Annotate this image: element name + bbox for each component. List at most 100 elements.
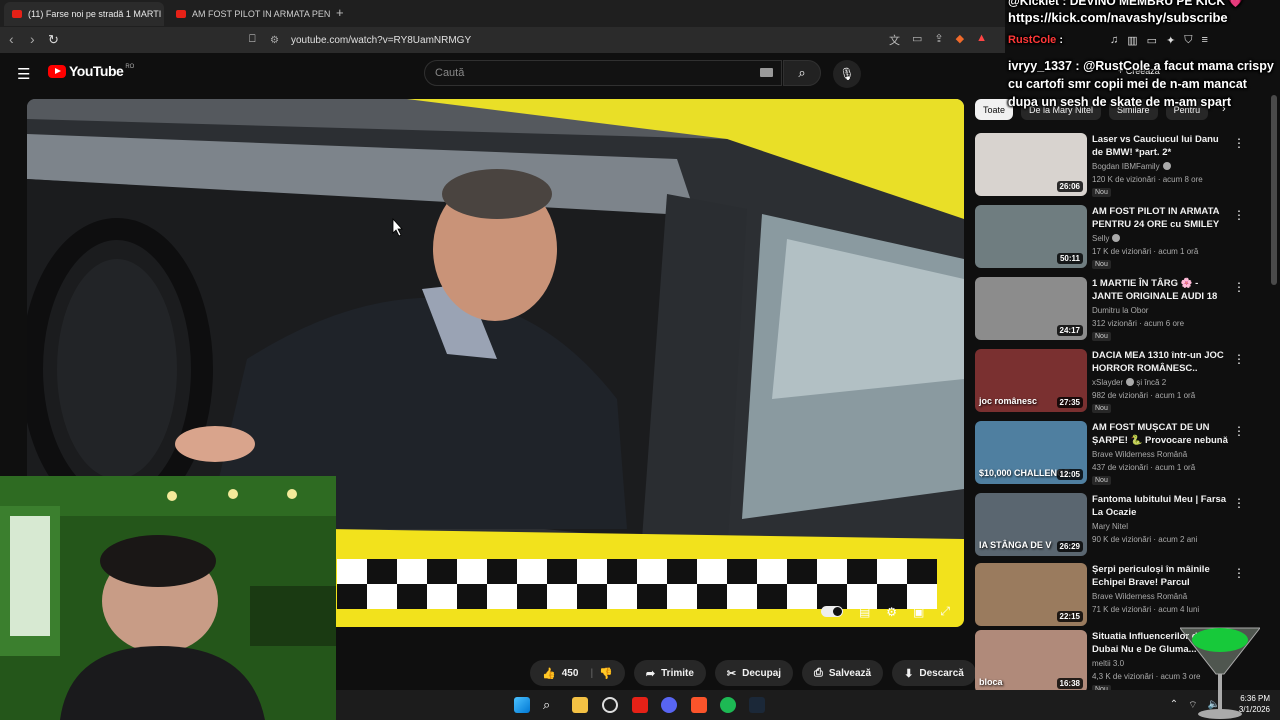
- save-button[interactable]: ⎙ Salvează: [802, 660, 884, 686]
- recommendation-item[interactable]: 26:06 Laser vs Cauciucul lui Danu de BMW!…: [975, 133, 1265, 197]
- channel-name-row: Bogdan IBMFamily: [1092, 162, 1171, 171]
- more-options-icon[interactable]: ⋮: [1233, 424, 1245, 438]
- video-title[interactable]: AM FOST MUȘCAT DE UN ȘARPE! 🐍 Provocare …: [1092, 421, 1232, 447]
- address-bar[interactable]: ⚙ youtube.com/watch?v=RY8UamNRMGY: [270, 30, 990, 50]
- video-thumbnail[interactable]: bloca 16:38: [975, 630, 1087, 693]
- recommendation-item[interactable]: joc românesc 27:35 DACIA MEA 1310 într-un …: [975, 349, 1265, 413]
- video-thumbnail[interactable]: 22:15: [975, 563, 1087, 626]
- tab-title: (11) Farse noi pe stradă 1 MARTI: [28, 9, 162, 19]
- more-options-icon[interactable]: ⋮: [1233, 352, 1245, 366]
- youtube-play-icon: [48, 64, 66, 78]
- translate-icon[interactable]: 文: [889, 32, 900, 48]
- recommendation-item[interactable]: $10,000 CHALLENGE 12:05 AM FOST MUȘCAT DE …: [975, 421, 1265, 485]
- channel-name[interactable]: Selly: [1092, 234, 1109, 243]
- chat-username: ivryy_1337: [1008, 59, 1072, 73]
- more-options-icon[interactable]: ⋮: [1233, 208, 1245, 222]
- brave-browser-icon[interactable]: [691, 697, 707, 713]
- clip-button[interactable]: ✂ Decupaj: [714, 660, 794, 686]
- sidebar-icon[interactable]: ▥: [1127, 34, 1137, 47]
- channel-name[interactable]: Mary Nitel: [1092, 522, 1128, 531]
- download-button[interactable]: ⬇ Descarcă: [892, 660, 976, 686]
- autoplay-toggle[interactable]: [820, 606, 843, 617]
- channel-name-row: Selly: [1092, 234, 1121, 243]
- video-meta: 71 K de vizionări · acum 4 luni: [1092, 605, 1200, 614]
- youtube-logo[interactable]: YouTube RO: [48, 63, 134, 79]
- video-thumbnail[interactable]: $10,000 CHALLENGE 12:05: [975, 421, 1087, 484]
- channel-name[interactable]: Bogdan IBMFamily: [1092, 162, 1160, 171]
- search-button[interactable]: ⌕: [783, 60, 821, 86]
- rewards-icon[interactable]: ▲: [976, 32, 987, 48]
- video-title[interactable]: Șerpi periculoși în mâinile Echipei Brav…: [1092, 563, 1232, 589]
- keyboard-icon[interactable]: [760, 68, 773, 77]
- recommendation-item[interactable]: 22:15 Șerpi periculoși în mâinile Echipei…: [975, 563, 1265, 627]
- menu-dots-icon[interactable]: ≡: [1202, 34, 1208, 47]
- more-options-icon[interactable]: ⋮: [1233, 136, 1245, 150]
- voice-search-button[interactable]: 🎙: [833, 60, 861, 88]
- like-button[interactable]: 👍 450 | 👎: [530, 660, 625, 686]
- windows-start-icon[interactable]: [514, 697, 530, 713]
- ai-icon[interactable]: ✦: [1166, 34, 1175, 47]
- video-thumbnail[interactable]: joc românesc 27:35: [975, 349, 1087, 412]
- save-label: Salvează: [828, 667, 872, 679]
- youtube-app-icon[interactable]: [632, 697, 648, 713]
- file-explorer-icon[interactable]: [572, 697, 588, 713]
- more-options-icon[interactable]: ⋮: [1233, 280, 1245, 294]
- menu-icon[interactable]: ☰: [17, 65, 30, 83]
- share-arrow-icon: ➦: [645, 667, 656, 680]
- video-duration: 26:29: [1056, 541, 1083, 552]
- video-thumbnail[interactable]: IA STÂNGA DE V 26:29: [975, 493, 1087, 556]
- video-title[interactable]: Laser vs Cauciucul lui Danu de BMW! *par…: [1092, 133, 1232, 159]
- back-icon[interactable]: ‹: [9, 31, 14, 47]
- cast-icon[interactable]: ▭: [912, 32, 922, 48]
- miniplayer-icon[interactable]: ▣: [913, 605, 924, 619]
- channel-name[interactable]: Brave Wilderness Română: [1092, 450, 1187, 459]
- video-thumbnail[interactable]: 24:17: [975, 277, 1087, 340]
- new-tab-button[interactable]: +: [336, 5, 344, 20]
- more-options-icon[interactable]: ⋮: [1233, 566, 1245, 580]
- bookmark-icon[interactable]: ⎕: [249, 33, 256, 46]
- channel-name[interactable]: Brave Wilderness Română: [1092, 592, 1187, 601]
- site-settings-icon[interactable]: ⚙: [270, 35, 279, 46]
- chat-line: @RustCole a facut mama crispy: [1083, 59, 1274, 73]
- reload-icon[interactable]: ↻: [48, 32, 59, 48]
- browser-tab-active[interactable]: (11) Farse noi pe stradă 1 MARTI ✕: [4, 2, 164, 26]
- video-meta: 120 K de vizionări · acum 8 ore: [1092, 175, 1203, 184]
- fullscreen-icon[interactable]: ⤢: [940, 604, 950, 619]
- thumbnail-text: joc românesc: [979, 396, 1038, 406]
- wallet-icon[interactable]: ▭: [1147, 34, 1157, 47]
- vpn-icon[interactable]: ⛉: [1184, 34, 1192, 47]
- search-input[interactable]: Caută: [424, 60, 782, 86]
- share-icon[interactable]: ⇪: [934, 32, 943, 48]
- page-scrollbar[interactable]: [1271, 95, 1277, 285]
- video-title[interactable]: Fantoma Iubitului Meu | Farsa La Ocazie: [1092, 493, 1232, 519]
- channel-name[interactable]: xSlayder: [1092, 378, 1123, 387]
- share-button[interactable]: ➦ Trimite: [633, 660, 706, 686]
- channel-name[interactable]: meltii 3.0: [1092, 659, 1124, 668]
- settings-icon[interactable]: ⚙: [886, 605, 897, 619]
- brave-shield-icon[interactable]: ◆: [956, 32, 964, 48]
- recommendation-item[interactable]: IA STÂNGA DE V 26:29 Fantoma Iubitului Meu…: [975, 493, 1265, 557]
- browser-tab[interactable]: AM FOST PILOT IN ARMATA PEN: [168, 2, 330, 26]
- obs-icon[interactable]: [602, 697, 618, 713]
- divider: |: [590, 667, 594, 679]
- steam-icon[interactable]: [749, 697, 765, 713]
- download-label: Descarcă: [919, 667, 964, 679]
- video-thumbnail[interactable]: 50:11: [975, 205, 1087, 268]
- tray-chevron-icon[interactable]: ⌃: [1170, 699, 1178, 712]
- video-title[interactable]: AM FOST PILOT IN ARMATA PENTRU 24 ORE cu…: [1092, 205, 1232, 231]
- forward-icon[interactable]: ›: [30, 31, 35, 47]
- thumbs-down-icon[interactable]: 👎: [599, 667, 613, 680]
- video-title[interactable]: 1 MARTIE ÎN TÂRG 🌸 - JANTE ORIGINALE AUD…: [1092, 277, 1232, 303]
- recommendation-item[interactable]: 50:11 AM FOST PILOT IN ARMATA PENTRU 24 O…: [975, 205, 1265, 269]
- music-icon[interactable]: ♫: [1110, 34, 1118, 47]
- search-taskbar-icon[interactable]: ⌕: [543, 697, 559, 713]
- overlay-subscribe-link: https://kick.com/navashy/subscribe: [1008, 10, 1228, 25]
- discord-icon[interactable]: [661, 697, 677, 713]
- video-title[interactable]: DACIA MEA 1310 într-un JOC HORROR ROMÂNE…: [1092, 349, 1232, 375]
- spotify-icon[interactable]: [720, 697, 736, 713]
- more-options-icon[interactable]: ⋮: [1233, 496, 1245, 510]
- video-thumbnail[interactable]: 26:06: [975, 133, 1087, 196]
- channel-name[interactable]: Dumitru la Obor: [1092, 306, 1148, 315]
- subtitles-icon[interactable]: ▤: [859, 605, 870, 619]
- recommendation-item[interactable]: 24:17 1 MARTIE ÎN TÂRG 🌸 - JANTE ORIGINAL…: [975, 277, 1265, 341]
